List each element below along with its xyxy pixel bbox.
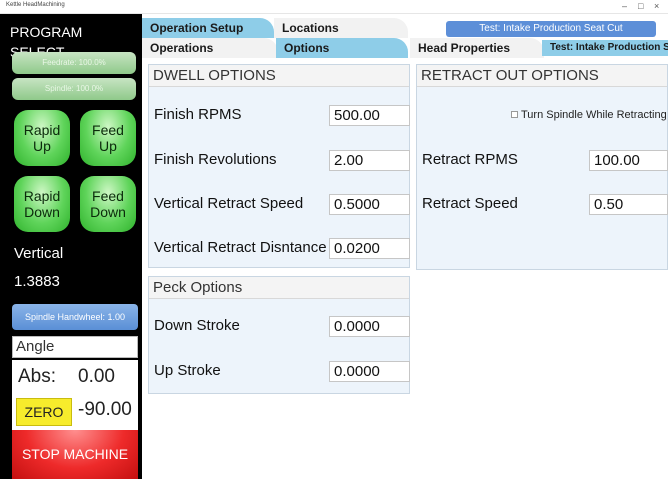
finish-rpms-input[interactable]: 500.00 (329, 105, 410, 126)
app-window: Kettle HeadMachining – □ × PROGRAM SELEC… (0, 0, 668, 479)
tab-head-properties[interactable]: Head Properties (410, 38, 544, 58)
spindle-handwheel-button[interactable]: Spindle Handwheel: 1.00 (12, 304, 138, 330)
close-icon[interactable]: × (654, 1, 659, 11)
rapid-down-label: Rapid Down (23, 188, 61, 220)
dwell-options-title: DWELL OPTIONS (149, 65, 409, 87)
zero-value: -90.00 (78, 399, 132, 420)
feed-up-button[interactable]: Feed Up (80, 110, 136, 166)
maximize-icon[interactable]: □ (638, 1, 643, 11)
feed-up-label: Feed Up (92, 122, 124, 154)
stop-machine-button[interactable]: STOP MACHINE (12, 430, 138, 479)
rapid-up-label: Rapid Up (23, 122, 61, 154)
finish-rpms-label: Finish RPMS (154, 106, 242, 123)
rapid-up-button[interactable]: Rapid Up (14, 110, 70, 166)
minimize-icon[interactable]: – (622, 1, 627, 11)
tab-options[interactable]: Options (276, 38, 408, 58)
left-control-panel: PROGRAM SELECT Feedrate: 100.0% Spindle:… (0, 14, 142, 479)
dwell-options-group: DWELL OPTIONS Finish RPMS 500.00 Finish … (148, 64, 410, 268)
zero-button[interactable]: ZERO (16, 398, 72, 426)
retract-rpms-input[interactable]: 100.00 (589, 150, 668, 171)
feed-down-label: Feed Down (90, 188, 126, 220)
spindle-override-button[interactable]: Spindle: 100.0% (12, 78, 136, 100)
window-title: Kettle HeadMachining (6, 2, 65, 8)
vertical-retract-distance-label: Vertical Retract Disntance (154, 239, 327, 256)
feed-down-button[interactable]: Feed Down (80, 176, 136, 232)
retract-rpms-label: Retract RPMS (422, 151, 518, 168)
turn-spindle-label: Turn Spindle While Retracting (521, 109, 667, 121)
peck-options-title: Peck Options (149, 277, 409, 299)
retract-out-options-title: RETRACT OUT OPTIONS (417, 65, 667, 87)
tab-operation-setup[interactable]: Operation Setup (142, 18, 274, 38)
options-content: DWELL OPTIONS Finish RPMS 500.00 Finish … (142, 58, 668, 479)
axis-label: Vertical (14, 245, 64, 262)
abs-label: Abs: (18, 366, 57, 387)
vertical-retract-distance-input[interactable]: 0.0200 (329, 238, 410, 259)
peck-options-group: Peck Options Down Stroke 0.0000 Up Strok… (148, 276, 410, 394)
up-stroke-input[interactable]: 0.0000 (329, 361, 410, 382)
checkbox-icon[interactable] (511, 111, 518, 118)
down-stroke-input[interactable]: 0.0000 (329, 316, 410, 337)
angle-label: Angle (12, 336, 138, 358)
tab-operations[interactable]: Operations (142, 38, 278, 58)
retract-out-options-group: RETRACT OUT OPTIONS Turn Spindle While R… (416, 64, 668, 270)
tab-locations[interactable]: Locations (274, 18, 408, 38)
abs-angle-display: Abs: 0.00 (12, 360, 138, 394)
vertical-retract-speed-input[interactable]: 0.5000 (329, 194, 410, 215)
finish-revolutions-label: Finish Revolutions (154, 151, 277, 168)
down-stroke-label: Down Stroke (154, 317, 240, 334)
rapid-down-button[interactable]: Rapid Down (14, 176, 70, 232)
title-bar: Kettle HeadMachining – □ × (0, 0, 668, 14)
tab-program-bottom[interactable]: Test: Intake Production Seat Cut (542, 40, 668, 56)
feedrate-override-button[interactable]: Feedrate: 100.0% (12, 52, 136, 74)
turn-spindle-checkbox[interactable]: Turn Spindle While Retracting (511, 109, 667, 121)
program-select-button[interactable]: PROGRAM SELECT (10, 22, 140, 60)
abs-value: 0.00 (78, 366, 115, 387)
retract-speed-input[interactable]: 0.50 (589, 194, 668, 215)
retract-speed-label: Retract Speed (422, 195, 518, 212)
axis-position-value: 1.3883 (14, 273, 60, 290)
vertical-retract-speed-label: Vertical Retract Speed (154, 195, 304, 212)
tab-program-top[interactable]: Test: Intake Production Seat Cut (446, 21, 656, 37)
zero-row: ZERO -90.00 (12, 394, 138, 430)
up-stroke-label: Up Stroke (154, 362, 221, 379)
finish-revolutions-input[interactable]: 2.00 (329, 150, 410, 171)
